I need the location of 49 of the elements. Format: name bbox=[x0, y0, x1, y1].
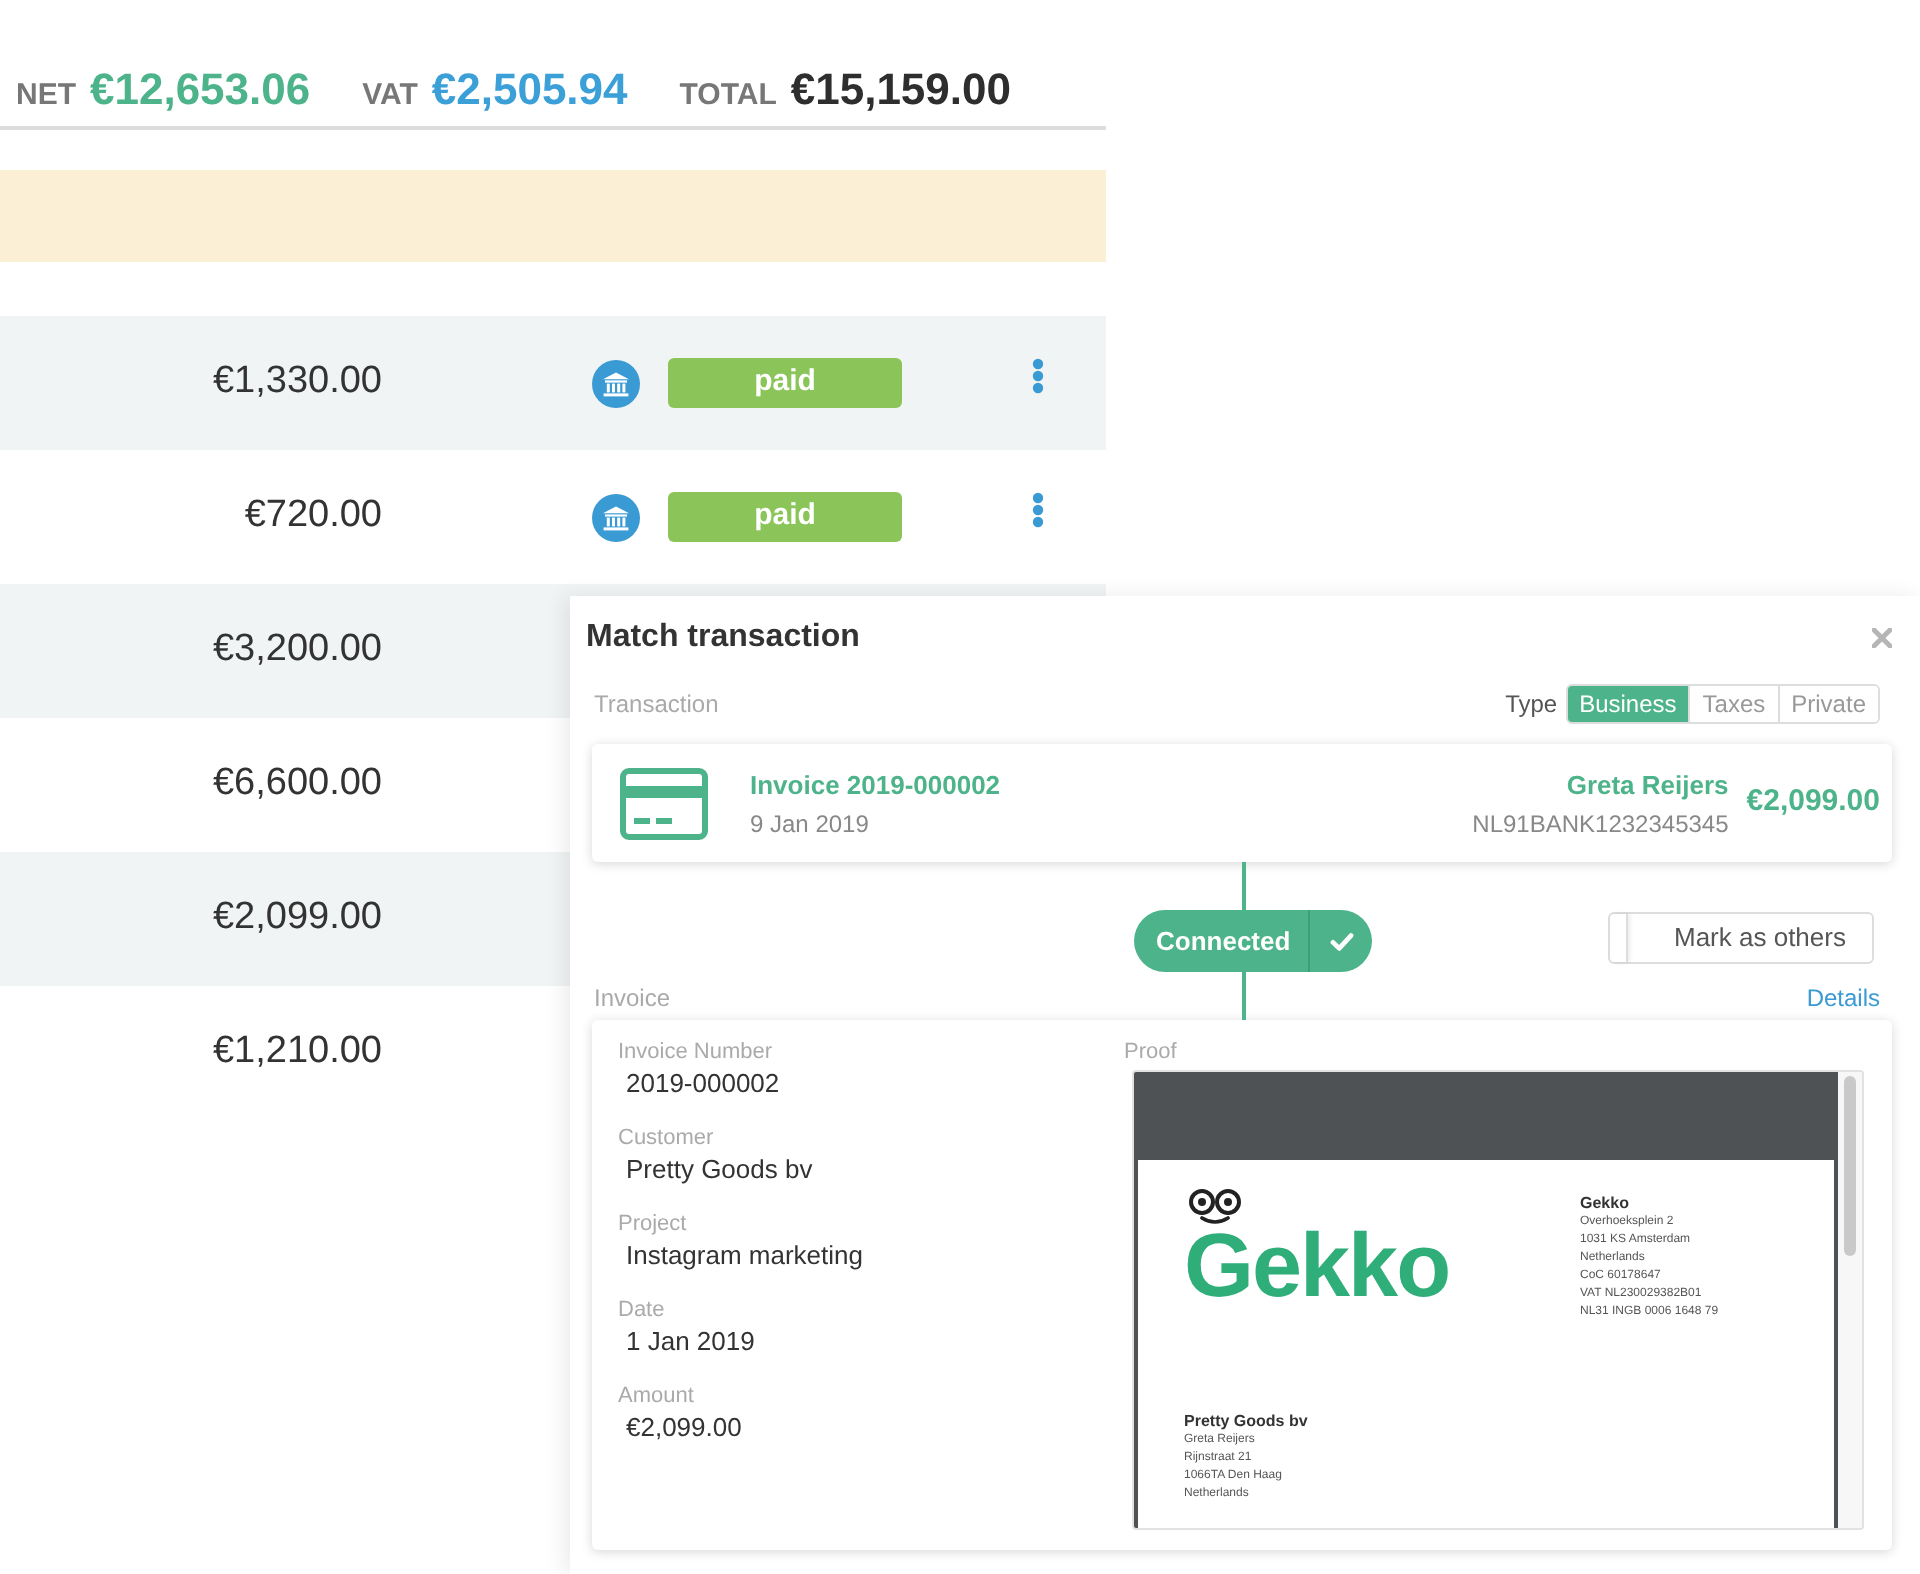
section-label: Invoice bbox=[592, 982, 671, 1016]
transaction-amount: €2,099.00 bbox=[1746, 782, 1880, 823]
field-value: 1 Jan 2019 bbox=[626, 1324, 757, 1360]
row-amount: €2,099.00 bbox=[212, 894, 382, 943]
more-options-icon[interactable] bbox=[1032, 491, 1044, 527]
field-label: Project bbox=[618, 1210, 689, 1238]
bank-icon bbox=[592, 493, 640, 541]
row-amount: €1,210.00 bbox=[212, 1028, 382, 1077]
field-value: 2019-000002 bbox=[626, 1066, 782, 1102]
type-option[interactable]: Private bbox=[1777, 686, 1878, 722]
section-label: Transaction bbox=[592, 688, 719, 722]
credit-card-icon bbox=[620, 767, 708, 839]
more-options-icon[interactable] bbox=[1032, 357, 1044, 393]
transaction-title: Invoice 2019-000002 bbox=[750, 767, 1001, 803]
row-amount: €1,330.00 bbox=[212, 358, 382, 407]
account-number: NL91BANK1232345345 bbox=[1472, 807, 1729, 839]
field-label: Invoice Number bbox=[618, 1038, 775, 1066]
details-link[interactable]: Details bbox=[1806, 980, 1892, 1016]
field-label: Date bbox=[618, 1296, 667, 1324]
counterparty-name: Greta Reijers bbox=[1566, 767, 1729, 803]
total-label: TOTAL bbox=[679, 78, 777, 114]
field-value: €2,099.00 bbox=[626, 1410, 744, 1446]
mark-as-others-toggle[interactable]: Mark as others bbox=[1608, 912, 1874, 964]
total-amount: €15,159.00 bbox=[790, 64, 1011, 116]
scrollbar-thumb[interactable] bbox=[1844, 1076, 1856, 1256]
type-option[interactable]: Business bbox=[1567, 686, 1689, 722]
field-value: Instagram marketing bbox=[626, 1238, 865, 1274]
proof-label: Proof bbox=[1124, 1038, 1179, 1066]
company-logo: Gekko bbox=[1184, 1220, 1450, 1310]
transaction-date: 9 Jan 2019 bbox=[750, 807, 871, 839]
field-label: Customer bbox=[618, 1124, 716, 1152]
status-badge: paid bbox=[668, 358, 902, 408]
total-label: NET bbox=[16, 78, 76, 114]
row-amount: €720.00 bbox=[244, 492, 382, 541]
row-amount: €6,600.00 bbox=[212, 760, 382, 809]
status-badge: paid bbox=[668, 492, 902, 542]
check-icon bbox=[1329, 931, 1354, 951]
total-amount: €12,653.06 bbox=[90, 64, 311, 116]
row-amount: €3,200.00 bbox=[212, 626, 382, 675]
recipient-name: Pretty Goods bv bbox=[1184, 1410, 1310, 1432]
field-value: Pretty Goods bv bbox=[626, 1152, 815, 1188]
type-label: Type bbox=[1505, 688, 1558, 722]
dialog-title: Match transaction bbox=[586, 618, 860, 658]
field-label: Amount bbox=[618, 1382, 696, 1410]
connected-button[interactable]: Connected bbox=[1134, 910, 1373, 972]
total-label: VAT bbox=[362, 78, 418, 114]
total-amount: €2,505.94 bbox=[431, 64, 628, 116]
sender-name: Gekko bbox=[1580, 1192, 1631, 1214]
bank-icon bbox=[592, 359, 640, 407]
